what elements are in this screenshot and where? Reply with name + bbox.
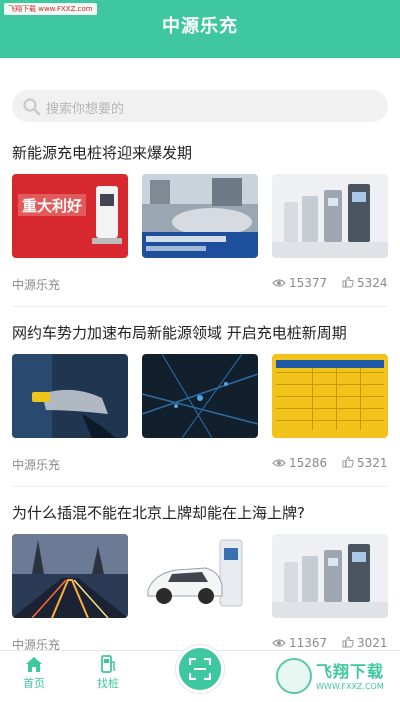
home-icon — [26, 657, 42, 672]
tab-home[interactable]: 首页 — [4, 655, 64, 691]
like-count[interactable]: 5324 — [342, 276, 388, 291]
logo-emblem — [276, 658, 312, 694]
article-thumbnails[interactable]: 重大利好 — [12, 174, 388, 258]
thumbnail-image[interactable] — [142, 534, 258, 618]
charger-icon — [101, 655, 116, 673]
tab-find-label: 找桩 — [97, 677, 119, 690]
divider — [12, 486, 388, 487]
thumbnail-image[interactable] — [142, 174, 258, 258]
tab-home-label: 首页 — [23, 677, 45, 690]
thumb-up-icon — [342, 636, 354, 651]
article-item[interactable]: 新能源充电桩将迎来爆发期 重大利好 中源乐充 15377 5324 — [0, 142, 400, 302]
thumbnail-label: 重大利好 — [22, 197, 82, 215]
like-count[interactable]: 3021 — [342, 636, 388, 651]
scan-icon — [189, 658, 211, 680]
thumbnail-image[interactable] — [12, 534, 128, 618]
article-meta: 中源乐充 15377 5324 — [12, 276, 388, 292]
article-item[interactable]: 网约车势力加速布局新能源领域 开启充电桩新周期 中源乐充 15286 5321 — [0, 322, 400, 482]
view-count: 15377 — [272, 276, 327, 291]
watermark-logo: 飞翔下载 WWW.FXXZ.COM — [276, 656, 396, 698]
article-title[interactable]: 为什么插混不能在北京上牌却能在上海上牌? — [12, 502, 392, 523]
article-item[interactable]: 为什么插混不能在北京上牌却能在上海上牌? 中源乐充 11367 3021 — [0, 502, 400, 652]
like-count[interactable]: 5321 — [342, 456, 388, 471]
like-count-value: 3021 — [357, 636, 388, 650]
like-count-value: 5321 — [357, 456, 388, 470]
thumbnail-image[interactable] — [272, 174, 388, 258]
tab-find-charger[interactable]: 找桩 — [78, 655, 138, 691]
logo-url: WWW.FXXZ.COM — [316, 682, 384, 691]
eye-icon — [272, 277, 286, 291]
thumbnail-image[interactable] — [272, 534, 388, 618]
article-thumbnails[interactable] — [12, 534, 388, 618]
like-count-value: 5324 — [357, 276, 388, 290]
thumbnail-image[interactable] — [272, 354, 388, 438]
view-count-value: 15286 — [289, 456, 328, 470]
thumb-up-icon — [342, 456, 354, 471]
article-source: 中源乐充 — [12, 458, 61, 472]
thumbnail-image[interactable] — [12, 354, 128, 438]
app-header: 飞翔下载 www.FXXZ.com 中源乐充 — [0, 0, 400, 58]
view-count-value: 15377 — [289, 276, 328, 290]
logo-title: 飞翔下载 — [316, 662, 385, 681]
article-title[interactable]: 新能源充电桩将迎来爆发期 — [12, 142, 392, 163]
thumbnail-image[interactable] — [142, 354, 258, 438]
search-placeholder: 搜索你想要的 — [46, 102, 125, 117]
divider — [12, 306, 388, 307]
view-count: 11367 — [272, 636, 327, 651]
article-title[interactable]: 网约车势力加速布局新能源领域 开启充电桩新周期 — [12, 322, 392, 343]
eye-icon — [272, 637, 286, 651]
article-thumbnails[interactable] — [12, 354, 388, 438]
scan-button[interactable] — [176, 645, 224, 693]
thumb-up-icon — [342, 276, 354, 291]
article-meta: 中源乐充 15286 5321 — [12, 456, 388, 472]
thumbnail-image[interactable]: 重大利好 — [12, 174, 128, 258]
eye-icon — [272, 457, 286, 471]
search-input[interactable]: 搜索你想要的 — [12, 90, 388, 122]
page-title: 中源乐充 — [162, 16, 238, 37]
article-source: 中源乐充 — [12, 278, 61, 292]
search-icon — [22, 97, 42, 117]
view-count-value: 11367 — [289, 636, 328, 650]
view-count: 15286 — [272, 456, 327, 471]
